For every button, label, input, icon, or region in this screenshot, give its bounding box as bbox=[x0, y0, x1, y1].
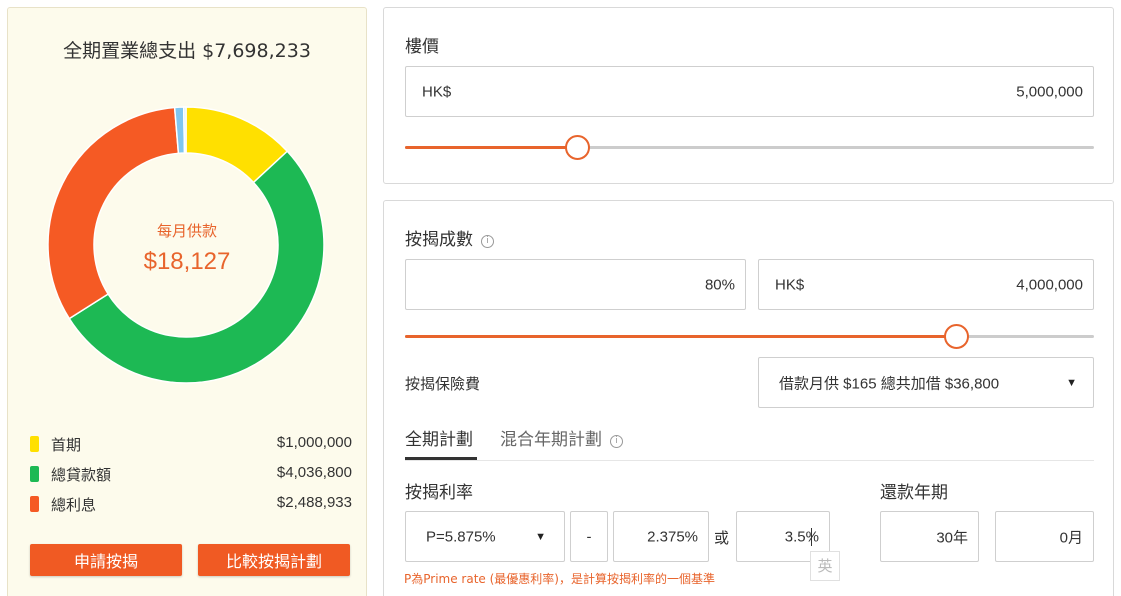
repayment-term-label: 還款年期 bbox=[880, 483, 948, 503]
legend-item-loan-amount: 總貸款額 $4,036,800 bbox=[30, 464, 352, 494]
total-expense-title: 全期置業總支出 $7,698,233 bbox=[63, 40, 311, 62]
active-tab-indicator bbox=[405, 457, 477, 460]
tab-label: 混合年期計劃 bbox=[500, 430, 602, 450]
rate-spread-input[interactable]: 2.375% bbox=[613, 511, 709, 562]
prime-rate-select[interactable]: P=5.875% ▼ bbox=[405, 511, 565, 562]
term-months-input[interactable]: 0月 bbox=[995, 511, 1094, 562]
property-price-label: 樓價 bbox=[405, 37, 439, 57]
legend-label: 總利息 bbox=[51, 496, 97, 514]
tab-divider bbox=[405, 460, 1094, 461]
property-price-input[interactable]: HK$ 5,000,000 bbox=[405, 66, 1094, 117]
term-months-value: 0月 bbox=[1059, 529, 1083, 546]
dropdown-arrow-icon: ▼ bbox=[1066, 376, 1077, 389]
currency-prefix: HK$ bbox=[422, 83, 452, 100]
rate-operator: - bbox=[570, 511, 608, 562]
dropdown-arrow-icon: ▼ bbox=[535, 530, 546, 543]
mortgage-percent-value: 80% bbox=[704, 276, 735, 293]
breakdown-legend: 首期 $1,000,000 總貸款額 $4,036,800 總利息 $2,488… bbox=[30, 434, 352, 524]
mortgage-percent-input[interactable]: 80% bbox=[405, 259, 746, 310]
tab-hybrid-term-plan[interactable]: 混合年期計劃 i bbox=[500, 425, 623, 450]
prime-rate-note: P為Prime rate (最優惠利率)，是計算按揭利率的一個基準 bbox=[404, 572, 715, 586]
prime-rate-value: P=5.875% bbox=[426, 528, 496, 545]
legend-value: $2,488,933 bbox=[276, 494, 352, 511]
mortgage-ratio-text: 按揭成數 bbox=[405, 230, 473, 250]
slider-handle[interactable] bbox=[565, 135, 591, 160]
info-icon[interactable]: i bbox=[481, 235, 494, 248]
slider-fill bbox=[405, 335, 957, 338]
property-price-slider[interactable] bbox=[405, 135, 1094, 160]
legend-item-total-interest: 總利息 $2,488,933 bbox=[30, 494, 352, 524]
legend-swatch bbox=[30, 466, 39, 482]
insurance-label: 按揭保險費 bbox=[405, 375, 481, 393]
term-years-input[interactable]: 30年 bbox=[880, 511, 979, 562]
info-icon[interactable]: i bbox=[610, 435, 623, 448]
monthly-payment-value: $18,127 bbox=[143, 248, 231, 275]
term-years-value: 30年 bbox=[936, 529, 968, 546]
minus-sign: - bbox=[586, 528, 592, 545]
slider-handle[interactable] bbox=[944, 324, 970, 349]
tab-full-term-plan[interactable]: 全期計劃 bbox=[405, 425, 473, 450]
summary-panel: 全期置業總支出 $7,698,233 每月供款 $18,127 首期 $1,00… bbox=[7, 7, 367, 596]
ime-language-indicator[interactable]: 英 bbox=[810, 551, 840, 581]
compare-plans-button[interactable]: 比較按揭計劃 bbox=[198, 544, 350, 576]
apply-mortgage-button[interactable]: 申請按揭 bbox=[30, 544, 182, 576]
currency-prefix: HK$ bbox=[775, 276, 805, 293]
interest-rate-label: 按揭利率 bbox=[405, 483, 473, 503]
insurance-select[interactable]: 借款月供 $165 總共加借 $36,800 ▼ bbox=[758, 357, 1094, 408]
mortgage-card: 按揭成數 i 80% HK$ 4,000,000 按揭保險費 借款月供 $165 … bbox=[383, 200, 1114, 596]
rate-spread-value: 2.375% bbox=[647, 528, 698, 545]
mortgage-amount-input[interactable]: HK$ 4,000,000 bbox=[758, 259, 1094, 310]
property-price-card: 樓價 HK$ 5,000,000 bbox=[383, 7, 1114, 184]
property-price-value: 5,000,000 bbox=[1016, 83, 1083, 100]
interest-rate-value: 3.5% bbox=[784, 528, 819, 545]
legend-swatch bbox=[30, 496, 39, 512]
mortgage-amount-value: 4,000,000 bbox=[1016, 276, 1083, 293]
donut-slice-2 bbox=[47, 106, 180, 320]
insurance-selected-value: 借款月供 $165 總共加借 $36,800 bbox=[779, 375, 1000, 392]
mortgage-ratio-label: 按揭成數 i bbox=[405, 225, 494, 250]
monthly-payment-label: 每月供款 bbox=[156, 222, 217, 240]
breakdown-donut-chart bbox=[47, 106, 325, 384]
donut-slice-4 bbox=[182, 106, 187, 154]
legend-label: 總貸款額 bbox=[51, 466, 112, 484]
legend-value: $1,000,000 bbox=[276, 434, 352, 451]
or-label: 或 bbox=[714, 529, 730, 547]
legend-item-down-payment: 首期 $1,000,000 bbox=[30, 434, 352, 464]
legend-value: $4,036,800 bbox=[276, 464, 352, 481]
slider-fill bbox=[405, 146, 578, 149]
text-caret bbox=[811, 528, 812, 546]
legend-swatch bbox=[30, 436, 39, 452]
mortgage-ratio-slider[interactable] bbox=[405, 324, 1094, 349]
legend-label: 首期 bbox=[51, 436, 82, 454]
